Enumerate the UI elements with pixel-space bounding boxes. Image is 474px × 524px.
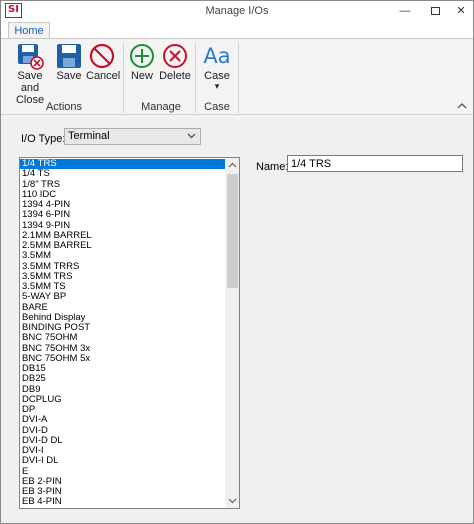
chevron-down-icon: ▾ xyxy=(214,81,220,91)
floppy-disk-icon xyxy=(57,44,81,68)
chevron-down-icon xyxy=(187,133,196,139)
ribbon-separator xyxy=(195,43,196,113)
io-type-label: I/O Type: xyxy=(21,133,66,145)
ribbon-tab-bar: Home xyxy=(1,21,473,40)
list-item[interactable]: DCPLUG xyxy=(20,394,225,405)
list-item[interactable]: 1/4 TRS xyxy=(20,158,225,170)
new-label: New xyxy=(130,70,153,82)
collapse-ribbon-icon[interactable] xyxy=(457,101,467,111)
close-icon: ✕ xyxy=(456,5,466,17)
list-item[interactable]: 5-WAY BP xyxy=(20,291,225,302)
vertical-scrollbar[interactable] xyxy=(225,158,240,508)
content-area: I/O Type: Terminal 1/4 TRS 1/4 TS 1/8" TRS… xyxy=(1,116,473,523)
cancel-circle-icon xyxy=(89,43,115,69)
list-item[interactable]: BNC 75OHM xyxy=(20,332,225,343)
name-label: Name: xyxy=(256,161,289,173)
list-item[interactable]: 1394 6-PIN xyxy=(20,209,225,220)
list-item[interactable]: DP xyxy=(20,404,225,415)
list-item[interactable]: DB25 xyxy=(20,373,225,384)
minimize-icon: — xyxy=(399,5,411,17)
cancel-button[interactable]: Cancel xyxy=(86,42,121,82)
save-and-close-button[interactable]: Save and Close xyxy=(7,42,53,106)
list-item[interactable]: EB 4-PIN xyxy=(20,496,225,507)
scrollbar-thumb[interactable] xyxy=(227,174,238,288)
save-label: Save xyxy=(56,70,82,82)
close-button[interactable]: ✕ xyxy=(447,2,473,20)
list-item[interactable]: DVI-D DL xyxy=(20,435,225,446)
new-button[interactable]: New xyxy=(128,42,156,82)
delete-label: Delete xyxy=(159,70,191,82)
x-circle-icon xyxy=(163,44,187,68)
list-item[interactable]: DB15 xyxy=(20,363,225,374)
save-button[interactable]: Save xyxy=(55,42,83,82)
maximize-button[interactable] xyxy=(421,2,449,20)
ribbon-separator xyxy=(123,43,124,113)
ribbon-panel: Save and Close Save Cancel Actions New D… xyxy=(1,38,473,115)
ribbon-separator xyxy=(238,43,239,113)
io-listbox[interactable]: 1/4 TRS 1/4 TS 1/8" TRS 110 IDC 1394 4-PIN 13… xyxy=(19,157,240,509)
list-item[interactable]: DVI-A xyxy=(20,414,225,425)
list-item[interactable]: 3.5MM xyxy=(20,250,225,261)
list-item[interactable]: 1/4 TS xyxy=(20,168,225,179)
group-label-manage: Manage xyxy=(141,101,181,113)
delete-button[interactable]: Delete xyxy=(159,42,191,82)
save-and-close-label-1: Save and xyxy=(17,70,43,94)
io-type-value: Terminal xyxy=(68,130,110,142)
case-icon: Aa xyxy=(203,44,231,68)
io-list-items: 1/4 TRS 1/4 TS 1/8" TRS 110 IDC 1394 4-PIN 13… xyxy=(20,158,225,508)
group-label-actions: Actions xyxy=(45,101,83,113)
io-type-select[interactable]: Terminal xyxy=(64,128,201,145)
scroll-down-icon[interactable] xyxy=(225,493,240,508)
cancel-label: Cancel xyxy=(86,70,121,82)
title-bar: SI Manage I/Os — ✕ xyxy=(1,1,473,21)
maximize-icon xyxy=(430,7,440,16)
name-field[interactable] xyxy=(287,155,463,172)
save-and-close-icon xyxy=(18,44,44,70)
list-item[interactable]: BNC 75OHM 5x xyxy=(20,353,225,364)
group-label-case: Case xyxy=(204,101,230,113)
list-item[interactable]: DVI-I DL xyxy=(20,455,225,466)
minimize-button[interactable]: — xyxy=(391,2,419,20)
case-dropdown-button[interactable]: Aa Case ▾ xyxy=(200,42,234,91)
scroll-up-icon[interactable] xyxy=(225,158,240,173)
manage-ios-window: SI Manage I/Os — ✕ Home Save and Close S… xyxy=(0,0,474,524)
plus-circle-icon xyxy=(130,44,154,68)
